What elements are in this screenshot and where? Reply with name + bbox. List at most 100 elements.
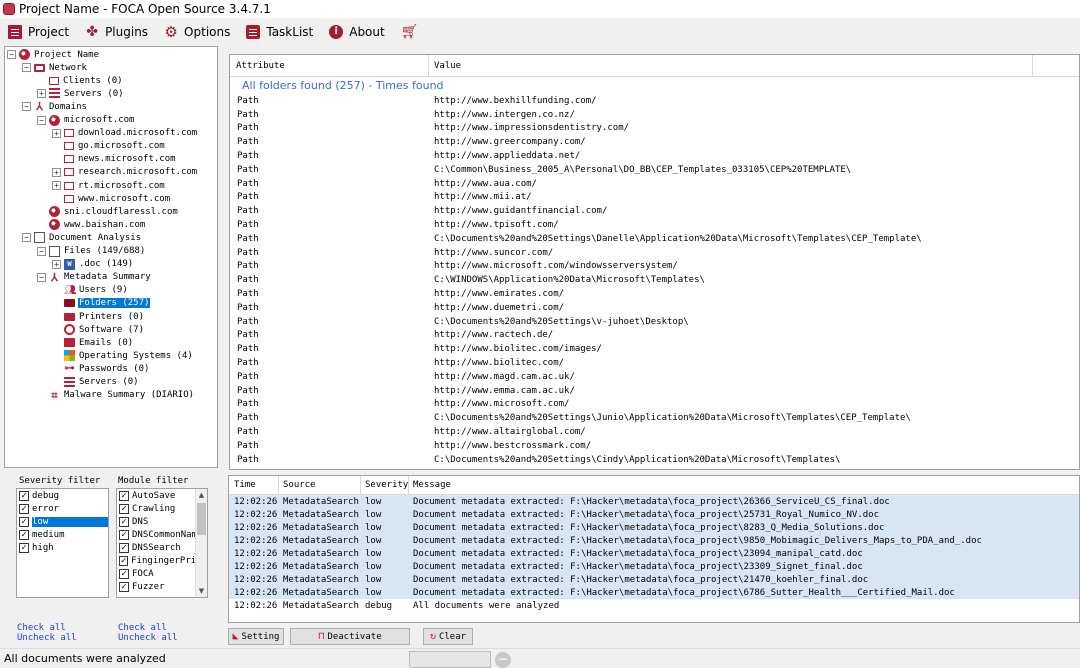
checkbox[interactable]: ✓ (119, 529, 129, 540)
collapse-icon[interactable]: − (37, 115, 46, 125)
collapse-icon[interactable]: − (37, 272, 46, 282)
tree-node[interactable]: Software (7) (52, 323, 145, 336)
scroll-thumb[interactable] (197, 503, 206, 535)
module-filter-item[interactable]: ✓ DNS (117, 515, 207, 528)
table-row[interactable]: Path http://www.guidantfinancial.com/ (230, 204, 1079, 218)
tree-node[interactable]: Emails (0) (52, 336, 134, 349)
severity-filter-item[interactable]: ✓ high (17, 541, 108, 554)
checkbox[interactable]: ✓ (19, 516, 29, 527)
tree-node[interactable]: www.baishan.com (37, 218, 146, 231)
tree-node[interactable]: Folders (257) (52, 297, 151, 310)
tree-node[interactable]: Operating Systems (4) (52, 349, 194, 362)
table-row[interactable]: Path http://www.emma.cam.ac.uk/ (230, 384, 1079, 398)
checkbox[interactable]: ✓ (119, 568, 129, 579)
checkbox[interactable]: ✓ (19, 542, 29, 553)
tree-node[interactable]: + download.microsoft.com (52, 127, 198, 140)
table-row[interactable]: Path http://www.aua.com/ (230, 177, 1079, 191)
table-row[interactable]: Path http://www.altairglobal.com/ (230, 425, 1079, 439)
tree-node[interactable]: + Servers (0) (37, 87, 125, 100)
expand-icon[interactable]: + (52, 181, 61, 190)
expand-icon[interactable]: + (52, 128, 61, 138)
severity-uncheck-all-link[interactable]: Uncheck all (17, 633, 77, 643)
table-row[interactable]: Path http://www.applieddata.net/ (230, 149, 1079, 163)
table-row[interactable]: Path http://www.intergen.co.nz/ (230, 108, 1079, 122)
tree-node[interactable]: − ⅄ Metadata Summary (37, 271, 152, 284)
module-check-all-link[interactable]: Check all (118, 623, 167, 633)
table-row[interactable]: Path http://www.impressionsdentistry.com/ (230, 122, 1079, 136)
severity-filter-item[interactable]: ✓ error (17, 502, 108, 515)
log-row[interactable]: 12:02:26 MetadataSearch low Document metada… (229, 508, 1079, 521)
checkbox[interactable]: ✓ (19, 529, 29, 540)
table-row[interactable]: Path http://www.microsoft.com/windowsserv… (230, 260, 1079, 274)
table-row[interactable]: Path http://www.greercompany.com/ (230, 135, 1079, 149)
menu-project[interactable]: Project (8, 25, 69, 39)
expand-icon[interactable]: + (37, 89, 46, 99)
log-row[interactable]: 12:02:26 MetadataSearch low Document metada… (229, 573, 1079, 586)
menu-about[interactable]: i About (329, 25, 385, 39)
severity-filter-item[interactable]: ✓ medium (17, 528, 108, 541)
severity-check-all-link[interactable]: Check all (17, 623, 66, 633)
collapse-icon[interactable]: − (22, 102, 31, 112)
tree-node[interactable]: www.microsoft.com (52, 192, 171, 205)
module-filter-item[interactable]: ✓ DNSSearch (117, 541, 207, 554)
collapse-icon[interactable]: − (37, 246, 46, 256)
tree-node[interactable]: 👥︎ Users (9) (52, 284, 129, 297)
log-row[interactable]: 12:02:26 MetadataSearch low Document metada… (229, 521, 1079, 534)
log-column-source[interactable]: Source (279, 476, 361, 494)
module-filter-item[interactable]: ✓ Fuzzer (117, 580, 207, 593)
table-row[interactable]: Path http://www.biolitec.com/images/ (230, 342, 1079, 356)
expand-icon[interactable]: + (52, 167, 61, 177)
menu-cart[interactable]: 🛒︎ (401, 25, 421, 39)
log-column-time[interactable]: Time (229, 476, 279, 494)
log-row[interactable]: 12:02:26 MetadataSearch low Document metada… (229, 547, 1079, 560)
tree-node[interactable]: news.microsoft.com (52, 153, 177, 166)
setting-button[interactable]: ◣ Setting (228, 628, 284, 645)
tree-node[interactable]: sni.cloudflaressl.com (37, 205, 179, 218)
collapse-icon[interactable]: − (7, 50, 16, 59)
table-row[interactable]: Path C:\Documents%20and%20Settings\Danell… (230, 232, 1079, 246)
table-row[interactable]: Path C:\Documents%20and%20Settings\v-juho… (230, 315, 1079, 329)
module-filter-item[interactable]: ✓ AutoSave (117, 489, 207, 502)
log-column-message[interactable]: Message (409, 476, 1079, 494)
table-row[interactable]: Path C:\Documents%20and%20Settings\Junio\… (230, 411, 1079, 425)
log-row[interactable]: 12:02:26 MetadataSearch low Document metada… (229, 534, 1079, 547)
project-tree[interactable]: − Project Name − Network Clients (0) + Servers… (4, 46, 218, 468)
checkbox[interactable]: ✓ (119, 581, 129, 592)
menu-plugins[interactable]: ✤ Plugins (85, 25, 148, 39)
tree-node[interactable]: − microsoft.com (37, 114, 135, 127)
table-row[interactable]: Path http://www.bexhillfunding.com/ (230, 94, 1079, 108)
tree-node[interactable]: ⌗ Malware Summary (DIARIO) (37, 389, 195, 402)
table-row[interactable]: Path http://www.bestcrossmark.com/ (230, 439, 1079, 453)
tree-node[interactable]: Clients (0) (37, 74, 124, 87)
table-row[interactable]: Path http://www.magd.cam.ac.uk/ (230, 370, 1079, 384)
log-row[interactable]: 12:02:26 MetadataSearch low Document metada… (229, 586, 1079, 599)
severity-filter-item[interactable]: ✓ low (17, 515, 108, 528)
tree-node[interactable]: − Files (149/688) (37, 245, 146, 258)
log-row[interactable]: 12:02:26 MetadataSearch debug All documents… (229, 599, 1079, 612)
table-row[interactable]: Path http://www.biolitec.com/ (230, 356, 1079, 370)
table-row[interactable]: Path C:\Documents%20and%20Settings\Cindy\… (230, 453, 1079, 467)
checkbox[interactable]: ✓ (119, 503, 129, 514)
module-filter-item[interactable]: ✓ FingingerPrint (117, 554, 207, 567)
tree-node[interactable]: − Document Analysis (22, 231, 142, 244)
tree-node[interactable]: + research.microsoft.com (52, 166, 198, 179)
tree-node[interactable]: − Network (22, 61, 88, 74)
scroll-up-icon[interactable]: ▲ (196, 489, 207, 501)
tree-node[interactable]: go.microsoft.com (52, 140, 166, 153)
checkbox[interactable]: ✓ (19, 490, 29, 501)
log-column-severity[interactable]: Severity (361, 476, 409, 494)
checkbox[interactable]: ✓ (19, 503, 29, 514)
deactivate-button[interactable]: ⊓ Deactivate (290, 628, 410, 645)
module-filter-item[interactable]: ✓ DNSCommonName (117, 528, 207, 541)
table-row[interactable]: Path http://www.ractech.de/ (230, 329, 1079, 343)
table-row[interactable]: Path http://www.microsoft.com/ (230, 398, 1079, 412)
table-row[interactable]: Path C:\Common\Business_2005_A\Personal\D… (230, 163, 1079, 177)
log-row[interactable]: 12:02:26 MetadataSearch low Document metada… (229, 560, 1079, 573)
table-row[interactable]: Path http://www.mii.at/ (230, 191, 1079, 205)
tree-node[interactable]: Printers (0) (52, 310, 145, 323)
module-filter-item[interactable]: ✓ FOCA (117, 567, 207, 580)
tree-node[interactable]: Servers (0) (52, 376, 140, 389)
tree-node[interactable]: ⊶ Passwords (0) (52, 362, 150, 375)
expand-icon[interactable]: + (52, 259, 61, 269)
module-filter-item[interactable]: ✓ Crawling (117, 502, 207, 515)
